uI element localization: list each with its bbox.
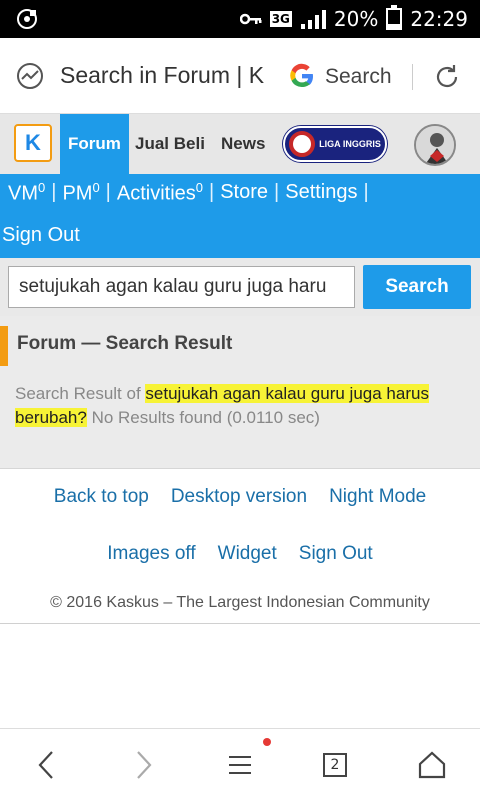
menu-icon	[229, 756, 251, 774]
pm-link[interactable]: PM0	[62, 180, 99, 206]
images-off-link[interactable]: Images off	[107, 543, 195, 565]
pm-label: PM	[62, 182, 93, 205]
browser-toolbar: Search in Forum | K Search	[0, 38, 480, 114]
footer-signout-link[interactable]: Sign Out	[299, 543, 373, 565]
avatar[interactable]	[414, 124, 456, 166]
signout-link[interactable]: Sign Out	[2, 224, 80, 246]
liga-label: LIGA INGGRIS	[319, 139, 381, 149]
menu-separator: |	[363, 181, 369, 204]
page-footer: Back to top Desktop version Night Mode I…	[0, 470, 480, 624]
activities-count: 0	[195, 180, 204, 195]
menu-separator: |	[274, 181, 280, 204]
key-icon	[239, 13, 262, 25]
battery-percent: 20%	[333, 7, 379, 31]
chevron-right-icon	[137, 751, 152, 779]
search-form: setujukah agan kalau guru juga haru Sear…	[0, 258, 480, 316]
address-bar[interactable]: Search in Forum | K	[60, 62, 270, 89]
back-button[interactable]	[26, 747, 66, 783]
menu-separator: |	[51, 181, 57, 204]
kaskus-logo[interactable]: K	[14, 124, 52, 162]
pm-count: 0	[92, 180, 100, 195]
tabs-count-icon: 2	[323, 753, 347, 777]
tabs-button[interactable]: 2	[315, 747, 355, 783]
night-mode-link[interactable]: Night Mode	[329, 486, 426, 508]
settings-link[interactable]: Settings	[285, 181, 357, 204]
notification-dot	[263, 738, 271, 746]
media-player-icon	[17, 9, 37, 29]
liga-inggris-banner[interactable]: LIGA INGGRIS	[283, 126, 387, 162]
menu-button[interactable]	[220, 747, 260, 783]
browser-bottom-nav: 2	[0, 728, 480, 800]
home-icon	[418, 751, 446, 779]
battery-icon	[386, 5, 403, 30]
widget-link[interactable]: Widget	[218, 543, 277, 565]
copyright: © 2016 Kaskus – The Largest Indonesian C…	[50, 594, 430, 611]
clock: 22:29	[410, 7, 468, 31]
tab-forum[interactable]: Forum	[60, 114, 129, 174]
google-icon[interactable]	[288, 62, 316, 90]
activities-link[interactable]: Activities0	[117, 180, 203, 206]
forward-button[interactable]	[124, 747, 164, 783]
avatar-image	[416, 126, 454, 164]
back-to-top-link[interactable]: Back to top	[54, 486, 149, 508]
network-type-badge: 3G	[269, 11, 292, 27]
user-menu: VM0 | PM0 | Activities0 | Store | Settin…	[0, 174, 480, 258]
results-suffix: No Results found (0.0110 sec)	[86, 408, 320, 427]
tab-jual-beli[interactable]: Jual Beli	[135, 114, 205, 174]
liga-ball-icon	[289, 131, 316, 157]
results-prefix: Search Result of	[15, 384, 146, 403]
activities-label: Activities	[116, 182, 196, 205]
home-button[interactable]	[412, 747, 452, 783]
site-activity-icon[interactable]	[16, 62, 44, 90]
vm-count: 0	[38, 180, 46, 195]
menu-separator: |	[105, 181, 111, 204]
signal-icon	[300, 10, 326, 29]
title-accent	[0, 326, 8, 366]
results-description: Search Result of setujukah agan kalau gu…	[15, 382, 465, 430]
vm-link[interactable]: VM0	[8, 180, 45, 206]
vm-label: VM	[8, 182, 38, 205]
web-search-button[interactable]: Search	[325, 65, 392, 89]
store-link[interactable]: Store	[220, 181, 268, 204]
menu-separator: |	[209, 181, 215, 204]
toolbar-divider	[412, 64, 413, 90]
search-results: Forum — Search Result Search Result of s…	[0, 316, 480, 469]
desktop-version-link[interactable]: Desktop version	[171, 486, 307, 508]
search-input[interactable]: setujukah agan kalau guru juga haru	[8, 266, 355, 308]
chevron-left-icon	[38, 751, 53, 779]
results-title: Forum — Search Result	[17, 333, 233, 354]
tab-news[interactable]: News	[221, 114, 265, 174]
status-bar: 3G 20% 22:29	[0, 0, 480, 38]
search-button[interactable]: Search	[363, 265, 471, 309]
reload-icon[interactable]	[432, 62, 462, 92]
site-header: K Forum Jual Beli News LIGA INGGRIS	[0, 114, 480, 174]
